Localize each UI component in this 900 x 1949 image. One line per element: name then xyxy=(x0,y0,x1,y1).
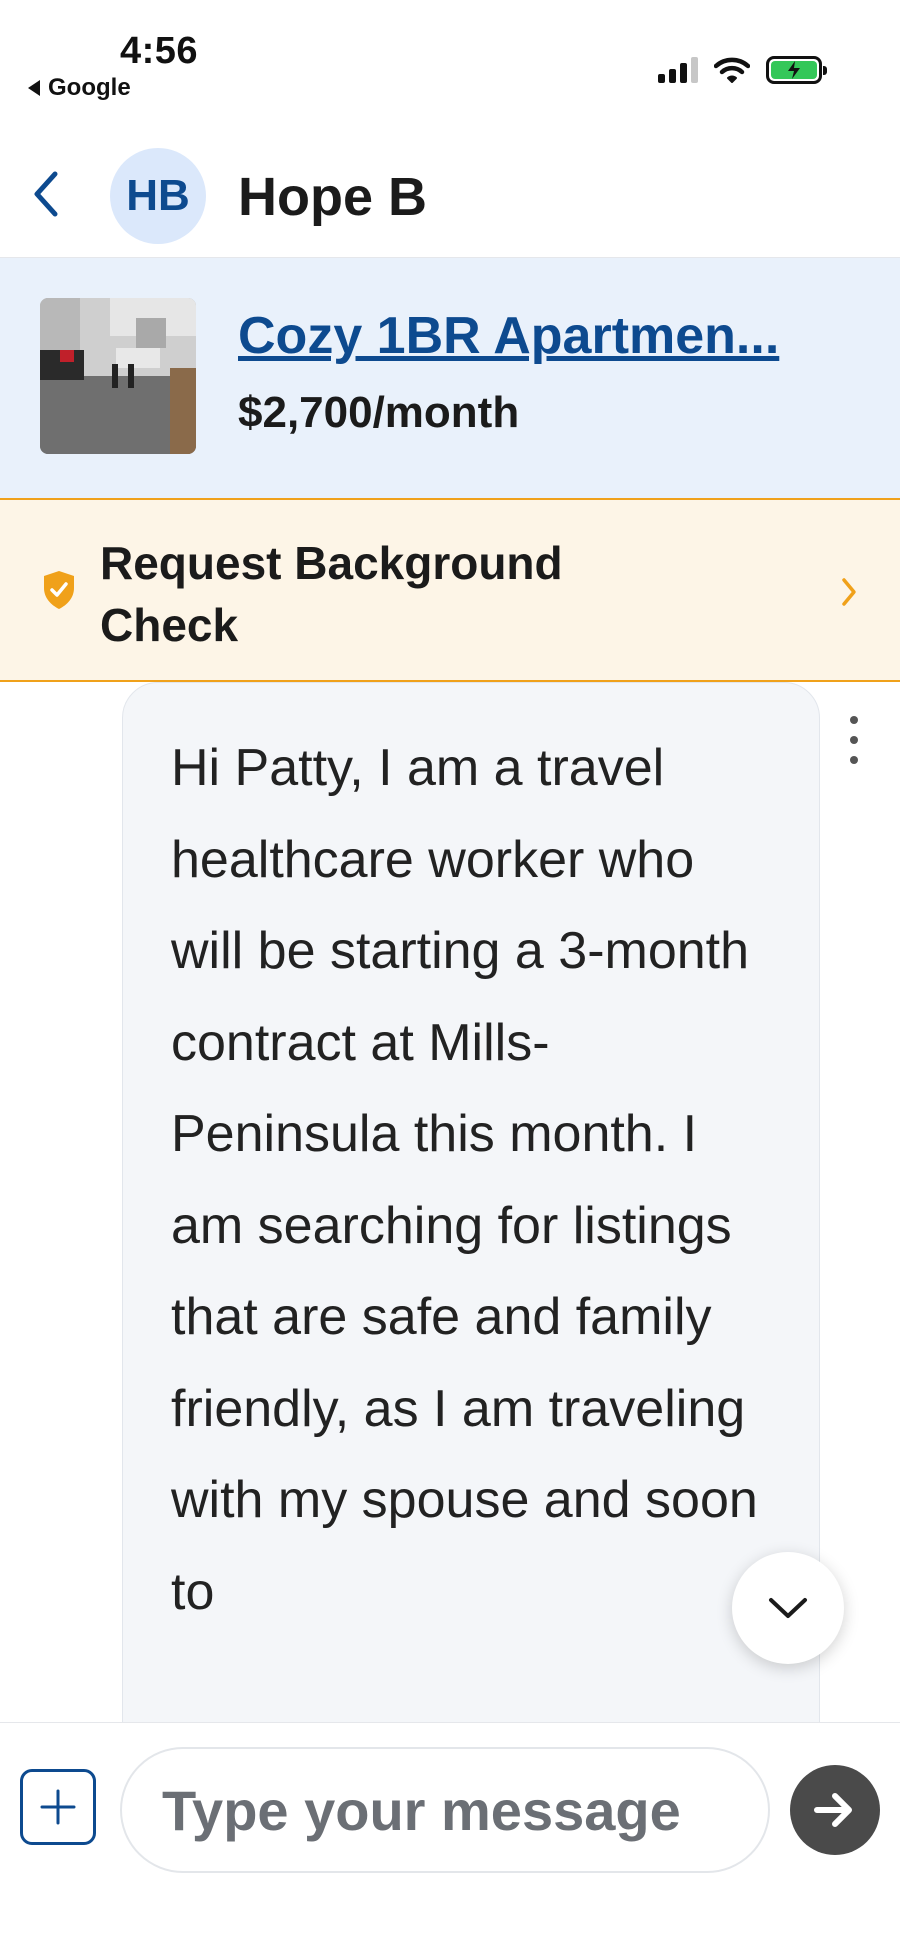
wifi-icon xyxy=(714,57,750,83)
back-button[interactable] xyxy=(26,166,66,222)
battery-charging-icon xyxy=(766,56,827,84)
listing-thumbnail[interactable] xyxy=(40,298,196,454)
avatar[interactable]: HB xyxy=(110,148,206,244)
message-composer xyxy=(0,1722,900,1949)
back-app-label: Google xyxy=(48,74,131,101)
message-list[interactable]: Hi Patty, I am a travel healthcare worke… xyxy=(0,682,900,1722)
chevron-right-icon xyxy=(842,578,856,606)
status-time: 4:56 xyxy=(120,30,199,72)
cellular-signal-icon xyxy=(658,57,698,83)
add-attachment-button[interactable] xyxy=(20,1769,96,1845)
chevron-left-icon xyxy=(34,171,58,217)
back-triangle-icon xyxy=(28,80,40,96)
contact-name[interactable]: Hope B xyxy=(238,166,427,228)
listing-title-link[interactable]: Cozy 1BR Apartmen... xyxy=(238,306,868,366)
chevron-down-icon xyxy=(769,1598,807,1618)
message-bubble[interactable]: Hi Patty, I am a travel healthcare worke… xyxy=(122,682,820,1722)
scroll-to-bottom-button[interactable] xyxy=(732,1552,844,1664)
plus-icon xyxy=(40,1789,76,1825)
background-check-label: Request Background Check xyxy=(100,537,563,651)
more-options-icon[interactable] xyxy=(846,716,862,764)
status-bar: 4:56 Google xyxy=(0,0,900,120)
message-text: Hi Patty, I am a travel healthcare worke… xyxy=(171,739,758,1621)
listing-price: $2,700/month xyxy=(238,388,520,437)
listing-card[interactable]: Cozy 1BR Apartmen... $2,700/month xyxy=(0,258,900,498)
system-icons xyxy=(658,56,827,84)
back-to-app-link[interactable]: Google xyxy=(28,74,131,102)
send-button[interactable] xyxy=(790,1765,880,1855)
request-background-check-banner[interactable]: Request Background Check xyxy=(0,498,900,682)
shield-check-icon xyxy=(44,571,74,609)
conversation-header: HB Hope B xyxy=(0,140,900,258)
arrow-right-icon xyxy=(814,1793,852,1827)
message-input[interactable] xyxy=(120,1747,770,1873)
